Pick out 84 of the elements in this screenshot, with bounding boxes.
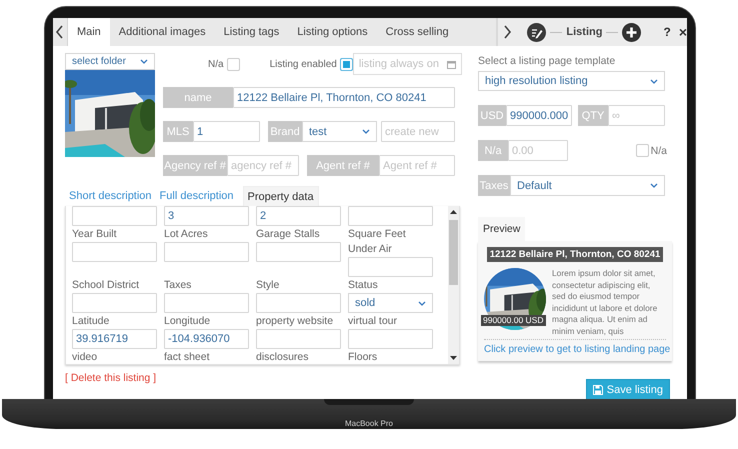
checkbox-label: N/a: [650, 144, 667, 156]
scroll-up-icon[interactable]: [450, 209, 457, 214]
field-label: Lot Acres: [164, 227, 209, 242]
input-field[interactable]: 2: [256, 206, 341, 226]
field-label: Floors: [348, 350, 378, 364]
input-field[interactable]: agency ref #: [227, 155, 299, 176]
tab[interactable]: Listing options: [288, 18, 377, 46]
field-label: Latitude: [72, 314, 110, 329]
input-field[interactable]: 3: [164, 206, 249, 226]
caret-icon: [650, 183, 658, 188]
caret-icon: [362, 129, 370, 134]
subtab[interactable]: Short description: [65, 186, 156, 206]
input-field[interactable]: [72, 206, 157, 226]
price-tag: 990000.00 USD: [481, 315, 546, 326]
input-field[interactable]: [72, 293, 157, 313]
chevron-right-icon[interactable]: [503, 25, 512, 39]
input-field[interactable]: [348, 257, 433, 277]
delete-link[interactable]: [ Delete this listing ]: [65, 372, 156, 384]
preview-title: 12122 Bellaire Pl, Thornton, CO 80241: [487, 247, 663, 262]
caret-icon: [140, 59, 148, 64]
close-button[interactable]: ×: [678, 24, 687, 40]
checkbox-label: N/a: [208, 58, 224, 70]
field-label: School District: [72, 278, 140, 293]
scroll-down-icon[interactable]: [450, 356, 457, 361]
device-label: MacBook Pro: [344, 419, 394, 428]
price-field[interactable]: 990000.000: [506, 105, 572, 126]
tab[interactable]: Cross selling: [376, 18, 458, 46]
folder-select[interactable]: select folder: [65, 53, 155, 70]
help-button[interactable]: ?: [663, 25, 671, 39]
field-label: Taxes: [164, 278, 192, 293]
field-label: Longitude: [164, 314, 212, 329]
status-select[interactable]: sold: [348, 293, 433, 313]
panel-title: Listing: [566, 26, 602, 38]
field-label: property website: [256, 314, 334, 329]
brand-select[interactable]: test: [302, 121, 377, 142]
caret-icon: [418, 300, 426, 306]
tab[interactable]: Listing tags: [214, 18, 288, 46]
checkbox[interactable]: [636, 144, 649, 157]
input-field[interactable]: [164, 242, 249, 262]
input-field[interactable]: [348, 329, 433, 349]
add-icon[interactable]: [622, 22, 642, 42]
calendar-icon[interactable]: [446, 60, 456, 68]
field-label: video: [72, 350, 98, 364]
subtab[interactable]: Property data: [242, 186, 319, 206]
tab[interactable]: Additional images: [110, 18, 215, 46]
input-field[interactable]: Agent ref #: [379, 155, 455, 176]
edit-icon[interactable]: [527, 22, 546, 42]
input-field[interactable]: 39.916719: [72, 329, 157, 349]
field-label: virtual tour: [348, 314, 398, 329]
input-field[interactable]: [348, 206, 433, 226]
input-field[interactable]: [72, 242, 157, 262]
preview-card[interactable]: [478, 241, 672, 361]
field-label: disclosures: [256, 350, 310, 364]
input-field[interactable]: -104.936070: [164, 329, 249, 349]
input-field[interactable]: 1: [193, 121, 260, 142]
input-field[interactable]: [256, 242, 341, 262]
checkbox[interactable]: [340, 58, 353, 70]
field-label: Style: [256, 278, 280, 293]
date-field[interactable]: listing always on: [352, 53, 462, 75]
template-label: Select a listing page template: [478, 54, 616, 68]
taxes-select[interactable]: Default: [510, 175, 665, 196]
save-icon: [592, 384, 603, 394]
field-label: Square Feet Under Air: [348, 227, 407, 257]
field-label: fact sheet: [164, 350, 211, 364]
input-field[interactable]: create new: [381, 121, 455, 142]
field-label: Status: [348, 278, 379, 293]
subtab[interactable]: Full description: [156, 186, 238, 206]
input-field[interactable]: 0.00: [508, 140, 568, 161]
name-field[interactable]: 12122 Bellaire Pl, Thornton, CO 80241: [233, 87, 455, 108]
template-select[interactable]: high resolution listing: [478, 71, 665, 91]
caret-icon: [650, 78, 658, 84]
checkbox-label: Listing enabled: [270, 58, 337, 70]
field-label: Year Built: [72, 227, 118, 242]
preview-tab[interactable]: Preview: [478, 217, 526, 241]
input-field[interactable]: [256, 329, 341, 349]
input-field[interactable]: [164, 293, 249, 313]
input-field[interactable]: [256, 293, 341, 313]
checkbox[interactable]: [226, 58, 240, 70]
scrollbar[interactable]: [448, 206, 459, 364]
tab[interactable]: Main: [68, 18, 110, 46]
chevron-left-icon[interactable]: [55, 25, 64, 39]
input-field[interactable]: ∞: [608, 105, 665, 126]
preview-text: Lorem ipsum dolor sit amet, consectetur adipiscing elit, sed do eiusmod tempor incididunt ut labore et dolore magna aliqua. Ut enim ad minim veniam, quis: [552, 268, 658, 337]
field-label: Garage Stalls: [256, 227, 321, 242]
